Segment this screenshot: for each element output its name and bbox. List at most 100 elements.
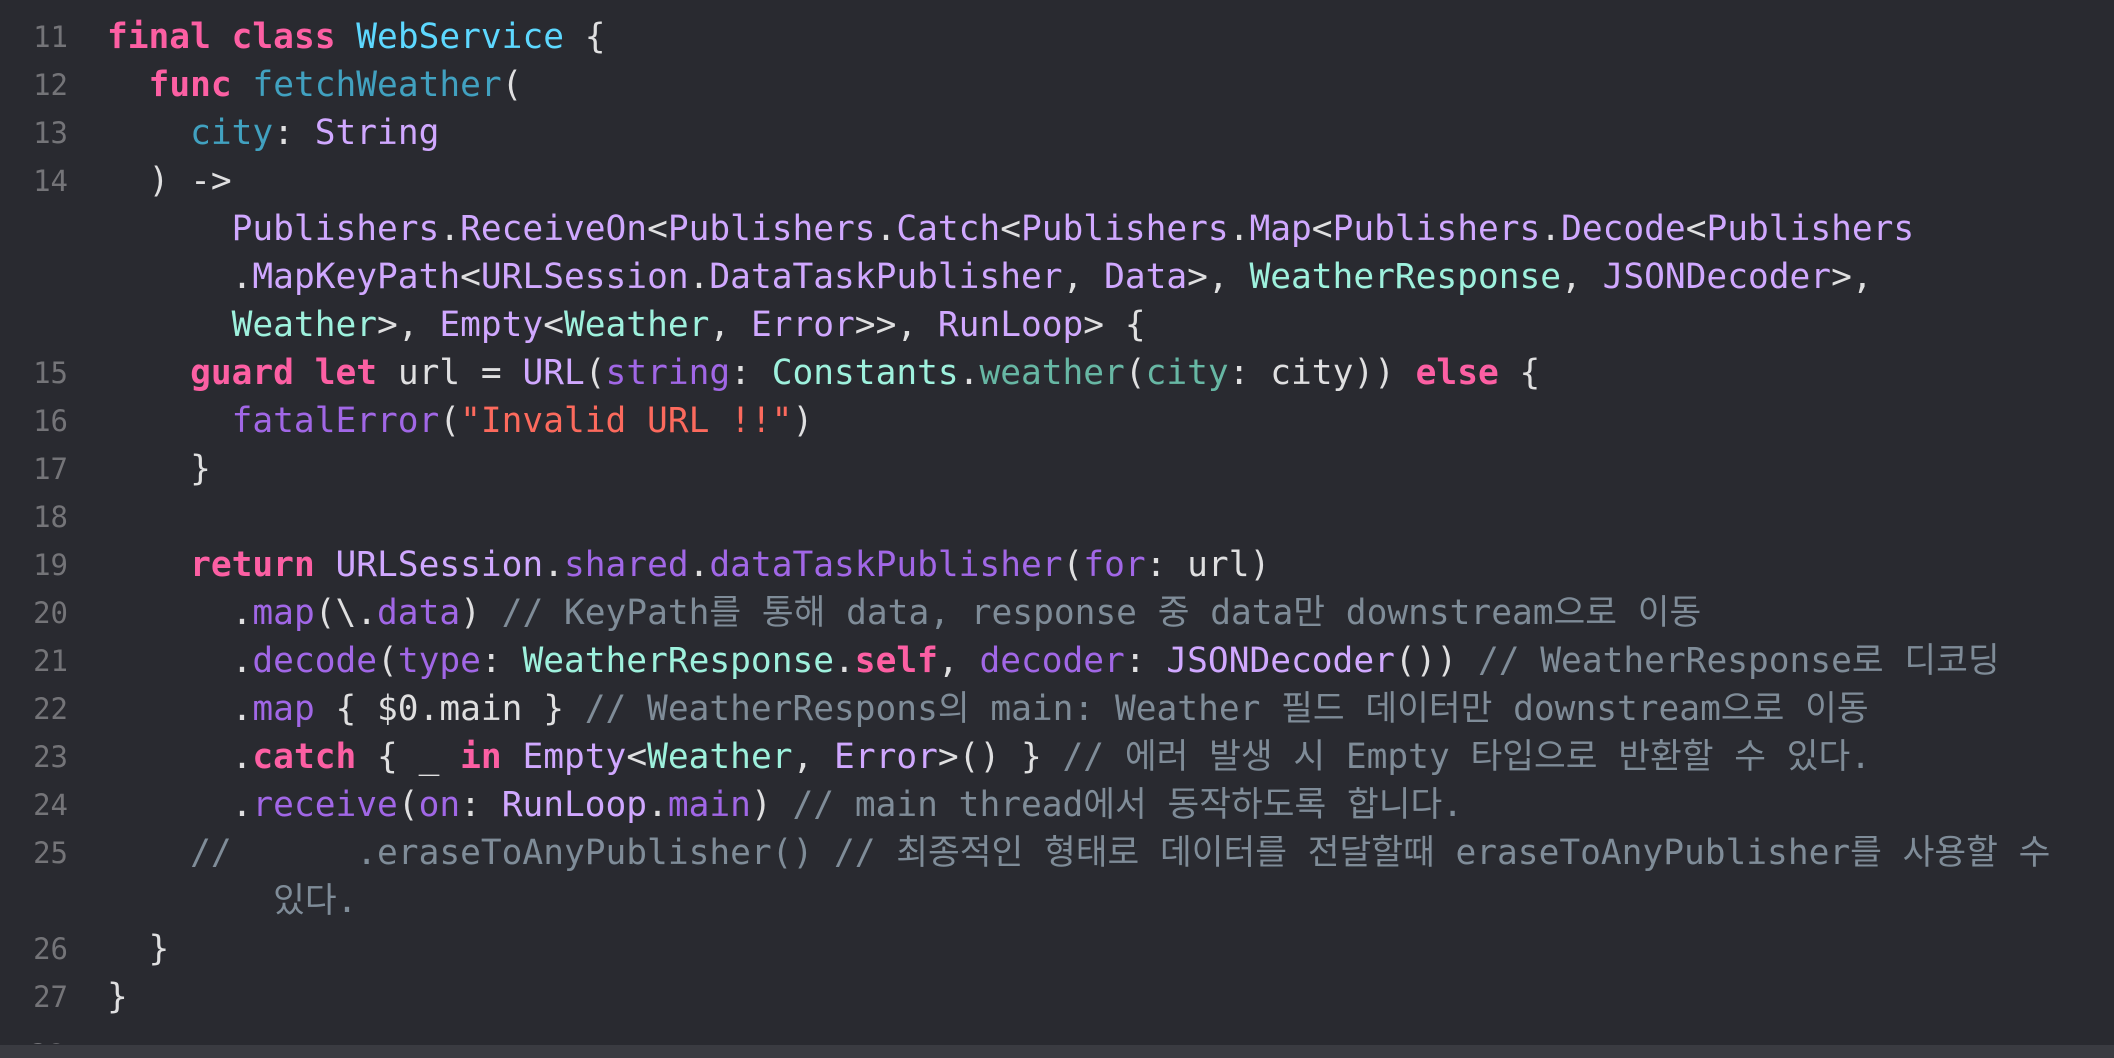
code-line[interactable]: 18 bbox=[0, 493, 2114, 541]
token-other: shared bbox=[564, 545, 689, 585]
code-text: } bbox=[107, 445, 211, 493]
token-plain: < bbox=[647, 209, 668, 249]
token-otype: Publishers bbox=[667, 209, 876, 249]
code-line[interactable]: 27} bbox=[0, 973, 2114, 1021]
code-text: .receive(on: RunLoop.main) // main threa… bbox=[107, 781, 1463, 829]
token-plain: < bbox=[626, 737, 648, 777]
token-plain: >, bbox=[1831, 257, 1873, 297]
code-line[interactable]: 24 .receive(on: RunLoop.main) // main th… bbox=[0, 781, 2114, 829]
token-plain: < bbox=[1000, 209, 1021, 249]
code-line[interactable]: Publishers.ReceiveOn<Publishers.Catch<Pu… bbox=[0, 205, 2114, 253]
token-other: receive bbox=[252, 785, 398, 825]
token-plain: . bbox=[543, 545, 564, 585]
code-line[interactable]: 26 } bbox=[0, 925, 2114, 973]
token-plain: . bbox=[107, 641, 253, 681]
token-kw: in bbox=[460, 737, 502, 777]
token-plain: ( bbox=[584, 353, 606, 393]
code-line[interactable]: 20 .map(\.data) // KeyPath를 통해 data, res… bbox=[0, 589, 2114, 637]
token-other: on bbox=[418, 785, 461, 825]
token-other: dataTaskPublisher bbox=[709, 545, 1063, 585]
code-line[interactable]: 있다. bbox=[0, 877, 2114, 925]
line-number: 21 bbox=[33, 644, 68, 678]
token-plain: , bbox=[709, 305, 751, 345]
line-number: 15 bbox=[33, 356, 68, 390]
token-plain: < bbox=[543, 305, 564, 345]
token-fdecl: city bbox=[190, 113, 274, 153]
code-text: final class WebService { bbox=[107, 13, 606, 61]
token-otype: MapKeyPath bbox=[252, 257, 461, 297]
code-line[interactable]: 25 // .eraseToAnyPublisher() // 최종적인 형태로… bbox=[0, 829, 2114, 877]
token-otype: Map bbox=[1249, 209, 1312, 249]
code-line[interactable]: 11 final class WebService { bbox=[0, 13, 2114, 61]
token-plain: . bbox=[834, 641, 855, 681]
token-proj: Weather bbox=[647, 737, 793, 777]
line-number: 13 bbox=[33, 116, 68, 150]
code-line[interactable]: .MapKeyPath<URLSession.DataTaskPublisher… bbox=[0, 253, 2114, 301]
token-otype: Error bbox=[750, 305, 855, 345]
token-plain: : bbox=[480, 641, 523, 681]
editor-bottom-edge: 28 bbox=[0, 1038, 2114, 1058]
token-other: decoder bbox=[979, 641, 1125, 681]
token-otype: Empty bbox=[439, 305, 544, 345]
code-line[interactable]: 19 return URLSession.shared.dataTaskPubl… bbox=[0, 541, 2114, 589]
token-otype: ReceiveOn bbox=[460, 209, 648, 249]
line-number: 11 bbox=[33, 20, 68, 54]
code-line[interactable]: 23 .catch { _ in Empty<Weather, Error>()… bbox=[0, 733, 2114, 781]
token-proj: Weather bbox=[563, 305, 710, 345]
code-text: .map(\.data) // KeyPath를 통해 data, respon… bbox=[107, 589, 1702, 637]
token-plain: { $0.main } bbox=[314, 689, 585, 729]
code-line[interactable]: 21 .decode(type: WeatherResponse.self, d… bbox=[0, 637, 2114, 685]
token-plain: . bbox=[647, 785, 668, 825]
code-line[interactable]: 17 } bbox=[0, 445, 2114, 493]
token-plain: . bbox=[688, 545, 710, 585]
token-otype: RunLoop bbox=[501, 785, 648, 825]
token-otype: JSONDecoder bbox=[1602, 257, 1832, 297]
code-text: .catch { _ in Empty<Weather, Error>() } … bbox=[107, 733, 1871, 781]
code-line[interactable]: 16 fatalError("Invalid URL !!") bbox=[0, 397, 2114, 445]
code-line[interactable]: Weather>, Empty<Weather, Error>>, RunLoo… bbox=[0, 301, 2114, 349]
token-plain: } bbox=[107, 449, 211, 489]
code-editor[interactable]: 10 11 final class WebService {12 func fetc… bbox=[0, 0, 2114, 1058]
token-kw: let bbox=[314, 353, 378, 393]
token-plain: < bbox=[1311, 209, 1333, 249]
line-number: 22 bbox=[33, 692, 68, 726]
line-number: 23 bbox=[33, 740, 68, 774]
token-plain: . bbox=[875, 209, 897, 249]
code-line[interactable]: 13 city: String bbox=[0, 109, 2114, 157]
token-plain: ( bbox=[1124, 353, 1146, 393]
line-number: 24 bbox=[33, 788, 68, 822]
line-number: 25 bbox=[33, 836, 68, 870]
token-plain: >, bbox=[1187, 257, 1250, 297]
code-text: // .eraseToAnyPublisher() // 최종적인 형태로 데이… bbox=[107, 829, 2050, 877]
code-text: 있다. bbox=[107, 877, 357, 925]
token-plain: ( bbox=[501, 65, 523, 105]
token-proj: Weather bbox=[231, 305, 378, 345]
token-plain: url = bbox=[377, 353, 523, 393]
token-plain: ) bbox=[750, 785, 793, 825]
token-cmt: // WeatherResponse로 디코딩 bbox=[1477, 641, 2000, 681]
token-plain: } bbox=[107, 977, 128, 1017]
code-line[interactable]: 22 .map { $0.main } // WeatherRespons의 m… bbox=[0, 685, 2114, 733]
token-plain: , bbox=[1062, 257, 1105, 297]
token-proj: WeatherResponse bbox=[522, 641, 835, 681]
code-line[interactable]: 14 ) -> bbox=[0, 157, 2114, 205]
code-text: return URLSession.shared.dataTaskPublish… bbox=[107, 541, 1270, 589]
token-other: for bbox=[1083, 545, 1146, 585]
token-plain: . bbox=[1228, 209, 1250, 249]
token-kw: catch bbox=[252, 737, 357, 777]
token-otype: URLSession bbox=[480, 257, 689, 297]
line-number: 19 bbox=[33, 548, 68, 582]
code-line[interactable]: 12 func fetchWeather( bbox=[0, 61, 2114, 109]
token-kw: final bbox=[107, 17, 211, 57]
line-number: 17 bbox=[33, 452, 68, 486]
code-text: } bbox=[107, 973, 128, 1021]
code-line[interactable]: 10 bbox=[0, 0, 2114, 13]
token-proj: Constants bbox=[771, 353, 959, 393]
code-line[interactable]: 15 guard let url = URL(string: Constants… bbox=[0, 349, 2114, 397]
